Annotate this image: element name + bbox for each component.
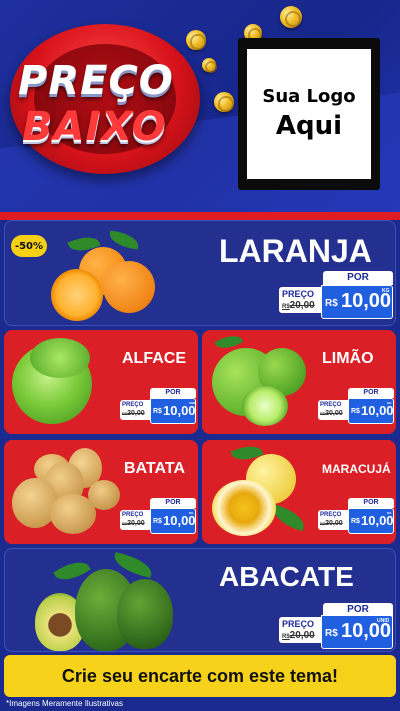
product-card-abacate[interactable]: ABACATE POR PREÇO R$20,00 R$ 10,00 UNID: [4, 548, 396, 652]
price-por-label: POR: [150, 498, 196, 508]
coin-icon: [214, 92, 234, 112]
price-por-label: POR: [150, 388, 196, 398]
current-price: 10,00: [163, 513, 196, 528]
currency: R$: [153, 518, 162, 525]
discount-badge: -50%: [11, 235, 47, 257]
product-name: LARANJA: [219, 233, 372, 269]
price-tag: POR PREÇO R$20,00 R$ 10,00 KG: [275, 271, 393, 319]
price-tag: POR PREÇO R$20,00 R$ 10,00 UNID: [118, 388, 196, 424]
product-name: BATATA: [124, 460, 186, 477]
product-name: MARACUJÁ: [322, 462, 391, 476]
price-old-block: PREÇO R$20,00: [279, 617, 321, 643]
price-unit: KG: [382, 288, 390, 294]
price-label: PREÇO: [282, 619, 315, 629]
logo-text-line2: Aqui: [275, 111, 343, 141]
price-tag: POR PREÇO R$20,00 R$ 10,00 KG: [316, 498, 394, 534]
logo-placeholder[interactable]: Sua Logo Aqui: [238, 38, 380, 190]
logo-text-line1: Sua Logo: [262, 86, 356, 107]
price-tag: POR PREÇO R$20,00 R$ 10,00 KG: [316, 388, 394, 424]
price-old-block: PREÇO R$20,00: [318, 400, 348, 420]
current-price-block: R$ 10,00 KG: [348, 398, 394, 424]
product-name: ABACATE: [219, 561, 354, 592]
price-old-block: PREÇO R$20,00: [120, 510, 150, 530]
current-price: 10,00: [361, 403, 394, 418]
currency: R$: [325, 628, 338, 639]
product-card-maracuja[interactable]: MARACUJÁ POR PREÇO R$20,00 R$ 10,00 KG: [202, 440, 396, 544]
price-unit: UNID: [377, 618, 390, 624]
create-flyer-button[interactable]: Crie seu encarte com este tema!: [4, 655, 396, 697]
coin-icon: [186, 30, 206, 50]
product-name: ALFACE: [122, 350, 186, 367]
price-label: PREÇO: [282, 289, 315, 299]
price-old-block: PREÇO R$20,00: [279, 287, 321, 313]
current-price: 10,00: [361, 513, 394, 528]
current-price-block: R$ 10,00 KG: [348, 508, 394, 534]
old-price: R$20,00: [320, 520, 343, 527]
price-old-block: PREÇO R$20,00: [120, 400, 150, 420]
old-price: R$20,00: [282, 300, 315, 311]
price-old-block: PREÇO R$20,00: [318, 510, 348, 530]
disclaimer-text: *Imagens Meramente Ilustrativas: [6, 699, 123, 708]
price-label: PREÇO: [320, 512, 342, 518]
price-unit: KG: [387, 401, 392, 405]
product-card-batata[interactable]: BATATA POR PREÇO R$20,00 R$ 10,00 KG: [4, 440, 198, 544]
current-price: 10,00: [163, 403, 196, 418]
price-tag: POR PREÇO R$20,00 R$ 10,00 UNID: [275, 603, 393, 649]
product-name: LIMÃO: [322, 350, 374, 367]
product-card-alface[interactable]: ALFACE POR PREÇO R$20,00 R$ 10,00 UNID: [4, 330, 198, 434]
currency: R$: [325, 298, 338, 309]
logo-placeholder-inner: Sua Logo Aqui: [247, 49, 371, 179]
coin-icon: [202, 58, 217, 73]
price-por-label: POR: [348, 498, 394, 508]
currency: R$: [153, 408, 162, 415]
price-unit: KG: [189, 511, 194, 515]
price-unit: KG: [387, 511, 392, 515]
price-label: PREÇO: [122, 512, 144, 518]
old-price: R$20,00: [282, 630, 315, 641]
old-price: R$20,00: [122, 410, 145, 417]
hero-title-line1: PREÇO: [18, 58, 174, 104]
price-por-label: POR: [323, 271, 393, 285]
product-card-laranja[interactable]: -50% LARANJA POR PREÇO R$20,00 R$ 10,00 …: [4, 220, 396, 326]
product-card-limao[interactable]: LIMÃO POR PREÇO R$20,00 R$ 10,00 KG: [202, 330, 396, 434]
price-unit: UNID: [189, 401, 197, 405]
current-price-block: R$ 10,00 KG: [150, 508, 196, 534]
price-tag: POR PREÇO R$20,00 R$ 10,00 KG: [118, 498, 196, 534]
price-label: PREÇO: [320, 402, 342, 408]
currency: R$: [351, 518, 360, 525]
price-por-label: POR: [348, 388, 394, 398]
current-price-block: R$ 10,00 KG: [321, 285, 393, 319]
divider-bar: [0, 212, 400, 220]
old-price: R$20,00: [320, 410, 343, 417]
hero-banner: PREÇO BAIXO Sua Logo Aqui: [0, 0, 400, 212]
current-price-block: R$ 10,00 UNID: [150, 398, 196, 424]
hero-title-line2: BAIXO: [22, 104, 167, 150]
current-price-block: R$ 10,00 UNID: [321, 615, 393, 649]
old-price: R$20,00: [122, 520, 145, 527]
currency: R$: [351, 408, 360, 415]
price-label: PREÇO: [122, 402, 144, 408]
coin-icon: [280, 6, 302, 28]
